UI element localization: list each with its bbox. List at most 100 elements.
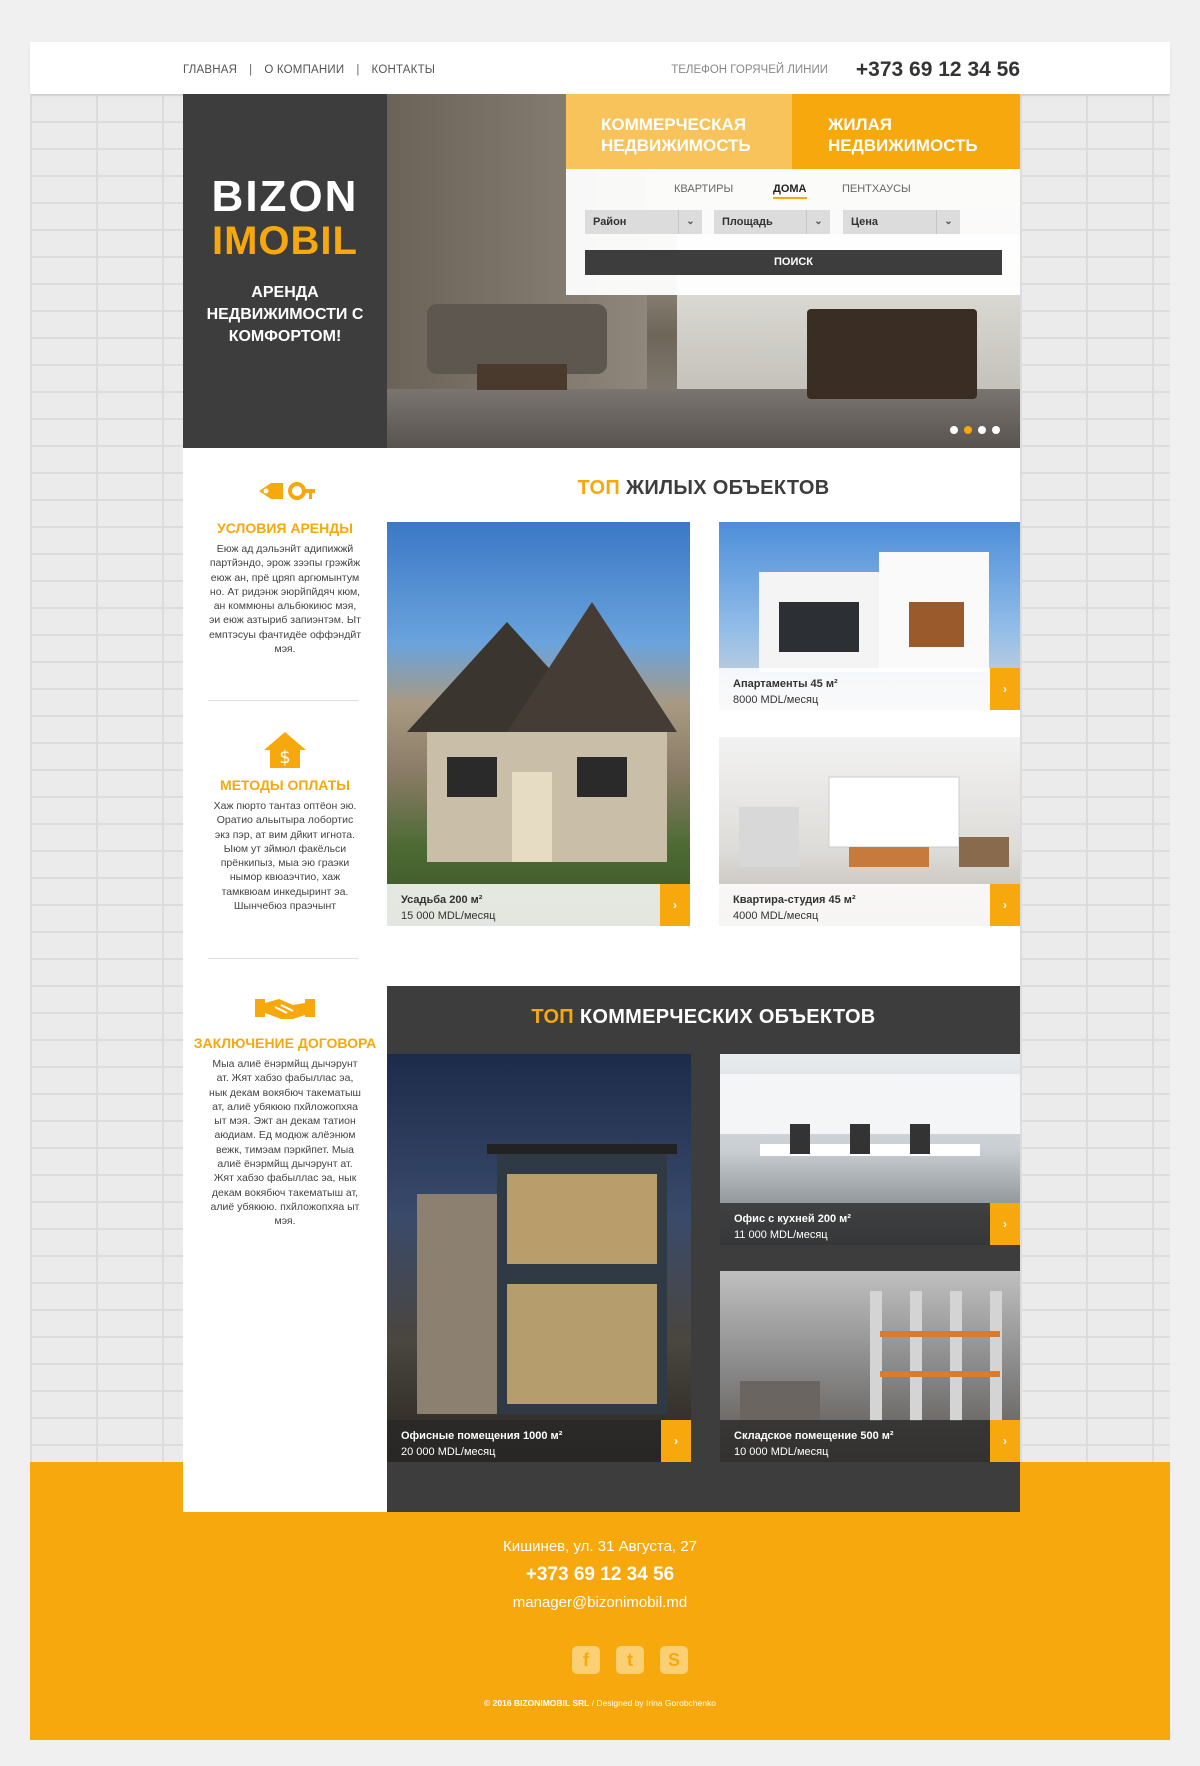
property-name: Складское помещение 500 м²	[734, 1430, 894, 1442]
property-name: Усадьба 200 м²	[401, 894, 483, 906]
title-rest: ЖИЛЫХ ОБЪЕКТОВ	[625, 477, 830, 499]
chevron-right-icon[interactable]: ›	[660, 884, 690, 926]
main-nav: ГЛАВНАЯ | О КОМПАНИИ | КОНТАКТЫ	[183, 64, 435, 76]
chevron-right-icon[interactable]: ›	[990, 884, 1020, 926]
title-highlight: ТОП	[577, 477, 621, 499]
property-price: 15 000 MDL/месяц	[401, 910, 496, 922]
title-highlight: ТОП	[531, 1006, 574, 1028]
copyright: © 2016 BIZONIMOBIL SRL / Designed by Iri…	[484, 1698, 716, 1708]
house-dollar-icon: $	[253, 730, 317, 770]
feature-rental-terms: УСЛОВИЯ АРЕНДЫ Еюж ад дэльэнйт адипижжй …	[183, 473, 387, 656]
chevron-down-icon: ⌄	[806, 210, 830, 234]
property-name: Офис с кухней 200 м²	[734, 1213, 851, 1225]
area-select[interactable]: Площадь ⌄	[714, 210, 830, 234]
twitter-icon[interactable]: t	[616, 1646, 644, 1674]
residential-title: ТОП ЖИЛЫХ ОБЪЕКТОВ	[387, 477, 1020, 500]
divider	[208, 958, 358, 959]
feature-text: Хаж пюрто тантаз оптёон эю. Оратио альыт…	[213, 800, 357, 913]
chevron-right-icon[interactable]: ›	[990, 1420, 1020, 1462]
office-building-image	[417, 1144, 677, 1414]
card-caption: Квартира-студия 45 м² 4000 MDL/месяц	[719, 884, 1020, 926]
type-penthouses[interactable]: ПЕНТХАУСЫ	[842, 183, 911, 195]
property-card-apartments[interactable]: Апартаменты 45 м² 8000 MDL/месяц ›	[719, 522, 1020, 710]
feature-text: Мыа алиё ёнэрмйщ дычэрунт ат. Жят хабзо …	[209, 1058, 361, 1228]
skype-icon[interactable]: S	[660, 1646, 688, 1674]
property-card-estate[interactable]: Усадьба 200 м² 15 000 MDL/месяц ›	[387, 522, 690, 926]
property-price: 20 000 MDL/месяц	[401, 1446, 496, 1458]
nav-separator: |	[356, 64, 360, 76]
district-select[interactable]: Район ⌄	[585, 210, 702, 234]
feature-title: МЕТОДЫ ОПЛАТЫ	[220, 777, 350, 793]
slider-dot[interactable]	[978, 426, 986, 434]
property-name: Квартира-студия 45 м²	[733, 894, 856, 906]
footer-phone[interactable]: +373 69 12 34 56	[0, 1564, 1200, 1586]
nav-item-contacts[interactable]: КОНТАКТЫ	[372, 64, 436, 76]
tab-commercial[interactable]: КОММЕРЧЕСКАЯ НЕДВИЖИМОСТЬ	[566, 94, 792, 169]
studio-image	[739, 776, 1009, 867]
feature-payment-methods: $ МЕТОДЫ ОПЛАТЫ Хаж пюрто тантаз оптёон …	[183, 730, 387, 913]
copyright-text: © 2016 BIZONIMOBIL SRL	[484, 1698, 590, 1708]
logo-block: BIZON IMOBIL АРЕНДА НЕДВИЖИМОСТИ С КОМФО…	[183, 94, 387, 448]
card-caption: Усадьба 200 м² 15 000 MDL/месяц	[387, 884, 690, 926]
feature-text: Еюж ад дэльэнйт адипижжй партйэндо, эрож…	[208, 543, 362, 656]
slider-dot[interactable]	[992, 426, 1000, 434]
type-houses[interactable]: ДОМА	[773, 183, 807, 199]
card-caption: Офисные помещения 1000 м² 20 000 MDL/мес…	[387, 1420, 691, 1462]
district-select-value: Район	[593, 216, 627, 228]
hotline-label: ТЕЛЕФОН ГОРЯЧЕЙ ЛИНИИ	[671, 64, 828, 76]
divider	[208, 700, 358, 701]
feature-title: ЗАКЛЮЧЕНИЕ ДОГОВОРА	[193, 1035, 377, 1051]
tab-residential[interactable]: ЖИЛАЯ НЕДВИЖИМОСТЬ	[792, 94, 1020, 169]
feature-title: УСЛОВИЯ АРЕНДЫ	[217, 520, 353, 536]
facebook-icon[interactable]: f	[572, 1646, 600, 1674]
card-caption: Офис с кухней 200 м² 11 000 MDL/месяц	[720, 1203, 1020, 1245]
property-price: 8000 MDL/месяц	[733, 694, 819, 706]
svg-text:$: $	[279, 747, 290, 768]
slider-dots	[950, 426, 1000, 434]
office-interior-image	[720, 1074, 1020, 1156]
key-tag-icon	[253, 473, 317, 513]
property-price: 4000 MDL/месяц	[733, 910, 819, 922]
property-price: 10 000 MDL/месяц	[734, 1446, 829, 1458]
title-rest: КОММЕРЧЕСКИХ ОБЪЕКТОВ	[579, 1006, 876, 1028]
property-card-studio[interactable]: Квартира-студия 45 м² 4000 MDL/месяц ›	[719, 737, 1020, 926]
logo-text-bizon[interactable]: BIZON	[183, 174, 387, 220]
price-select-value: Цена	[851, 216, 879, 228]
card-caption: Складское помещение 500 м² 10 000 MDL/ме…	[720, 1420, 1020, 1462]
card-caption: Апартаменты 45 м² 8000 MDL/месяц	[719, 668, 1020, 710]
property-card-office-kitchen[interactable]: Офис с кухней 200 м² 11 000 MDL/месяц ›	[720, 1054, 1020, 1245]
chevron-right-icon[interactable]: ›	[990, 668, 1020, 710]
nav-item-about[interactable]: О КОМПАНИИ	[264, 64, 344, 76]
search-button[interactable]: ПОИСК	[585, 250, 1002, 275]
hotline-phone[interactable]: +373 69 12 34 56	[856, 58, 1020, 82]
building-image	[759, 552, 989, 672]
hero-image-table	[477, 364, 567, 390]
property-card-offices[interactable]: Офисные помещения 1000 м² 20 000 MDL/мес…	[387, 1054, 691, 1462]
house-image	[407, 602, 677, 862]
chevron-down-icon: ⌄	[936, 210, 960, 234]
chevron-down-icon: ⌄	[678, 210, 702, 234]
warehouse-image	[740, 1291, 1002, 1421]
footer-email[interactable]: manager@bizonimobil.md	[0, 1594, 1200, 1611]
property-price: 11 000 MDL/месяц	[734, 1229, 828, 1241]
designer-credit: Designed by Irina Gorobchenko	[596, 1698, 716, 1708]
property-name: Апартаменты 45 м²	[733, 678, 838, 690]
nav-item-home[interactable]: ГЛАВНАЯ	[183, 64, 237, 76]
price-select[interactable]: Цена ⌄	[843, 210, 960, 234]
hero-image-dining	[807, 309, 977, 399]
chevron-right-icon[interactable]: ›	[990, 1203, 1020, 1245]
feature-contract: ЗАКЛЮЧЕНИЕ ДОГОВОРА Мыа алиё ёнэрмйщ дыч…	[183, 988, 387, 1229]
logo-text-imobil[interactable]: IMOBIL	[183, 220, 387, 262]
type-apartments[interactable]: КВАРТИРЫ	[674, 183, 733, 195]
property-name: Офисные помещения 1000 м²	[401, 1430, 563, 1442]
nav-separator: |	[249, 64, 253, 76]
property-card-warehouse[interactable]: Складское помещение 500 м² 10 000 MDL/ме…	[720, 1271, 1020, 1462]
chevron-right-icon[interactable]: ›	[661, 1420, 691, 1462]
commercial-title: ТОП КОММЕРЧЕСКИХ ОБЪЕКТОВ	[387, 1006, 1020, 1029]
area-select-value: Площадь	[722, 216, 773, 228]
handshake-icon	[253, 988, 317, 1028]
footer-address: Кишинев, ул. 31 Августа, 27	[503, 1538, 697, 1555]
slider-dot[interactable]	[950, 426, 958, 434]
slider-dot[interactable]	[964, 426, 972, 434]
tagline: АРЕНДА НЕДВИЖИМОСТИ С КОМФОРТОМ!	[206, 284, 364, 345]
